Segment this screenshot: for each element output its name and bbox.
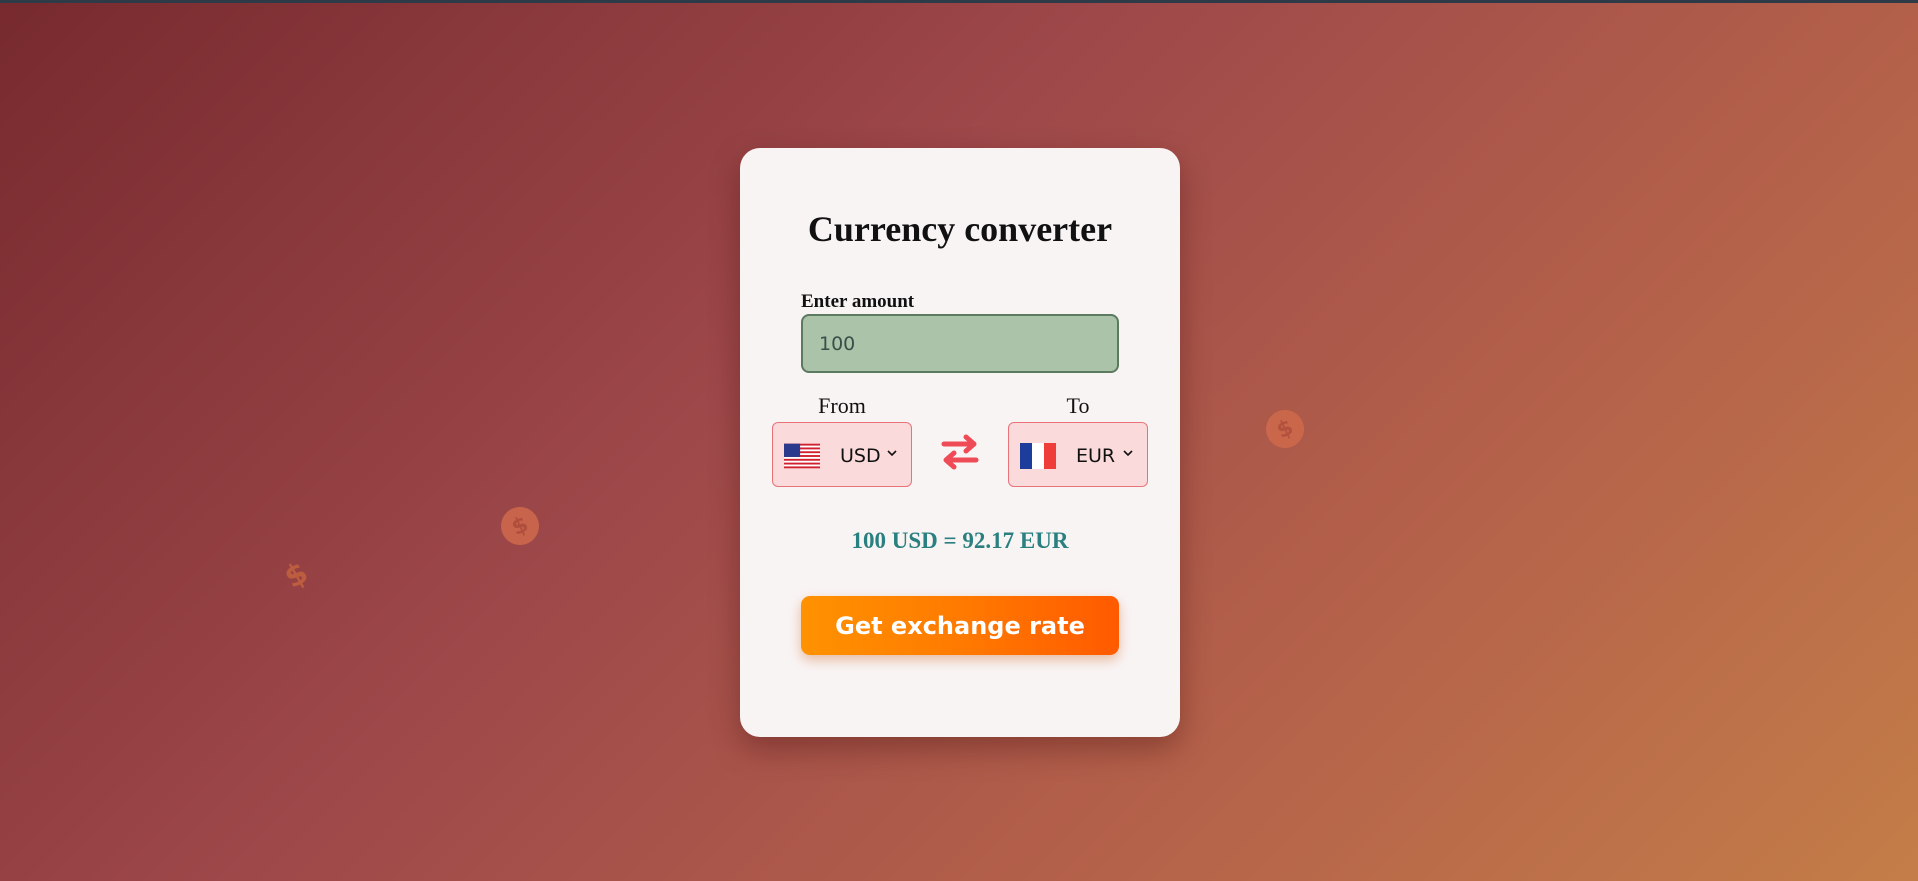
dollar-coin-icon: $ (494, 500, 546, 552)
fr-flag-icon (1020, 443, 1056, 469)
browser-top-edge (0, 0, 1918, 3)
from-label: From (818, 393, 866, 418)
us-flag-icon (784, 443, 820, 469)
amount-input[interactable] (801, 314, 1119, 373)
amount-label: Enter amount (801, 291, 915, 312)
swap-arrows-icon[interactable] (938, 430, 982, 474)
chevron-down-icon (887, 450, 897, 457)
page-title: Currency converter (807, 209, 1113, 249)
get-exchange-rate-button[interactable]: Get exchange rate (801, 596, 1119, 655)
converter-card: Currency converter Enter amount From USD (740, 148, 1180, 737)
exchange-result: 100 USD = 92.17 EUR (851, 528, 1069, 553)
from-currency-code: USD (840, 445, 881, 467)
dollar-coin-icon: $ (278, 555, 315, 596)
from-currency-select[interactable]: USD (772, 422, 912, 487)
to-label: To (1066, 393, 1090, 418)
dollar-coin-icon: $ (1259, 403, 1311, 455)
to-currency-code: EUR (1076, 445, 1116, 467)
chevron-down-icon (1123, 450, 1133, 457)
to-currency-select[interactable]: EUR (1008, 422, 1148, 487)
